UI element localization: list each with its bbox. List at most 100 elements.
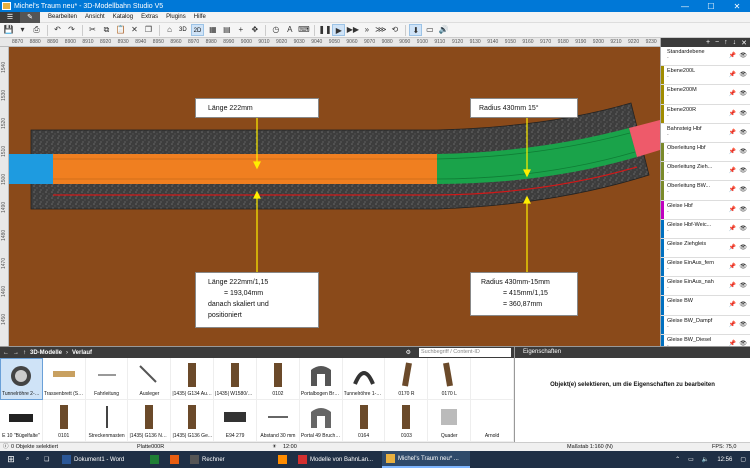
pin-icon[interactable]: 📌 xyxy=(729,282,736,289)
library-item[interactable]: 0164 xyxy=(342,400,386,442)
close-button[interactable]: ✕ xyxy=(724,2,750,11)
pin-icon[interactable]: 📌 xyxy=(729,225,736,232)
eye-icon[interactable]: 👁 xyxy=(739,167,747,174)
undo-icon[interactable]: ↶ xyxy=(51,24,64,36)
library-item[interactable]: |1435| G136 Nor... xyxy=(128,400,172,442)
layer-item[interactable]: Gleise Hbf-Weic... - 📌 👁 xyxy=(661,219,750,239)
cut-icon[interactable]: ✂ xyxy=(86,24,99,36)
layer-item[interactable]: Gleise EinAus_fern - 📌 👁 xyxy=(661,258,750,278)
layer-item[interactable]: Oberleitung BW... - 📌 👁 xyxy=(661,181,750,201)
layer-item[interactable]: Ebene200L - 📌 👁 xyxy=(661,66,750,86)
view-3d-button[interactable]: 3D xyxy=(177,24,189,36)
pin-icon[interactable]: 📌 xyxy=(729,129,736,136)
file-menu-icon[interactable]: ☰ xyxy=(0,11,20,23)
eye-icon[interactable]: 👁 xyxy=(739,148,747,155)
grid-icon[interactable]: ▦ xyxy=(206,24,219,36)
taskbar-app[interactable]: Modelle von BahnLan... xyxy=(294,451,382,468)
eye-icon[interactable]: 👁 xyxy=(739,206,747,213)
library-item[interactable]: Ausleger xyxy=(128,358,172,400)
library-item[interactable]: Fahrleitung xyxy=(85,358,129,400)
fast-forward-icon[interactable]: ▶▶ xyxy=(346,24,359,36)
save-dropdown-icon[interactable]: ▾ xyxy=(16,24,29,36)
library-item[interactable]: |1435| G134 Aus... xyxy=(171,358,215,400)
eye-icon[interactable]: 👁 xyxy=(739,71,747,78)
library-item[interactable]: Tunnelröhre 1-gle... xyxy=(342,358,386,400)
pin-icon[interactable]: 📌 xyxy=(729,301,736,308)
back-icon[interactable]: ← xyxy=(3,350,9,356)
remove-layer-icon[interactable]: − xyxy=(715,39,719,46)
layout-canvas[interactable]: Länge 222mm Radius 430mm 15° Länge 222mm… xyxy=(9,47,660,346)
library-item[interactable]: Portal 49 Bruchst... xyxy=(299,400,343,442)
library-item[interactable]: Quader xyxy=(428,400,472,442)
clock-icon[interactable]: ◷ xyxy=(269,24,282,36)
library-item[interactable]: 0102 xyxy=(256,358,300,400)
eye-icon[interactable]: 👁 xyxy=(739,129,747,136)
layer-item[interactable]: Gleise BW_Dampf - 📌 👁 xyxy=(661,315,750,335)
menu-bearbeiten[interactable]: Bearbeiten xyxy=(44,14,81,20)
eye-icon[interactable]: 👁 xyxy=(739,263,747,270)
play-icon[interactable]: ▶ xyxy=(332,24,346,36)
layer-item[interactable]: Gleise Ziehgleis - 📌 👁 xyxy=(661,238,750,259)
layer-item[interactable]: Gleise BW - 📌 👁 xyxy=(661,296,750,316)
menu-ansicht[interactable]: Ansicht xyxy=(81,14,109,20)
layer-item[interactable]: Ebene200M - 📌 👁 xyxy=(661,85,750,105)
taskbar-app[interactable] xyxy=(146,451,166,468)
task-view-icon[interactable]: ❏ xyxy=(40,451,58,468)
eye-icon[interactable]: 👁 xyxy=(739,110,747,117)
pin-icon[interactable]: 📌 xyxy=(729,186,736,193)
library-item[interactable]: |1435| W1580/10... xyxy=(214,358,257,400)
view-2d-button[interactable]: 2D xyxy=(190,24,205,36)
minimize-button[interactable]: — xyxy=(672,2,698,11)
pin-icon[interactable]: 📌 xyxy=(729,110,736,117)
sound-icon[interactable]: 🔊 xyxy=(437,24,450,36)
copy-icon[interactable]: ⧉ xyxy=(100,24,113,36)
taskbar-app[interactable]: Michel's Traum neu* ... xyxy=(382,451,470,468)
library-item[interactable]: 0103 xyxy=(385,400,429,442)
faster-icon[interactable]: » xyxy=(360,24,373,36)
menu-extras[interactable]: Extras xyxy=(137,14,162,20)
eye-icon[interactable]: 👁 xyxy=(739,186,747,193)
library-item[interactable]: Portalbogen Bruc... xyxy=(299,358,343,400)
sync-icon[interactable]: ⟲ xyxy=(388,24,401,36)
forward-icon[interactable]: → xyxy=(13,350,19,356)
library-item[interactable]: E 10 "Bügelfalte" xyxy=(0,400,43,442)
pin-icon[interactable]: 📌 xyxy=(729,90,736,97)
redo-icon[interactable]: ↷ xyxy=(65,24,78,36)
layer-item[interactable]: Oberleitung Zieh... - 📌 👁 xyxy=(661,162,750,182)
paste-icon[interactable]: 📋 xyxy=(114,24,127,36)
notification-icon[interactable]: ▢ xyxy=(736,451,750,468)
add-layer-icon[interactable]: + xyxy=(706,39,710,46)
duplicate-icon[interactable]: ❐ xyxy=(142,24,155,36)
up-icon[interactable]: ↑ xyxy=(23,350,26,356)
layer-item[interactable]: Gleise EinAus_nah - 📌 👁 xyxy=(661,277,750,297)
pin-icon[interactable]: 📌 xyxy=(729,167,736,174)
pin-icon[interactable]: 📌 xyxy=(729,244,736,251)
eye-icon[interactable]: 👁 xyxy=(739,52,747,59)
pin-icon[interactable]: 📌 xyxy=(729,52,736,59)
add-icon[interactable]: + xyxy=(234,24,247,36)
pin-icon[interactable]: 📌 xyxy=(729,321,736,328)
library-title[interactable]: 3D-Modelle xyxy=(30,350,62,356)
search-icon[interactable]: ⌕ xyxy=(22,451,40,468)
library-item[interactable]: Arnold xyxy=(471,400,514,442)
library-item[interactable]: Tunnelröhre 2-gle... xyxy=(0,358,43,400)
settings-gear-icon[interactable]: ⚙ xyxy=(406,349,411,356)
keyboard-icon[interactable]: ⌨ xyxy=(297,24,310,36)
pin-icon[interactable]: 📌 xyxy=(729,71,736,78)
pause-icon[interactable]: ❚❚ xyxy=(318,24,331,36)
library-item[interactable]: 0101 xyxy=(42,400,86,442)
tray-chevron-icon[interactable]: ⌃ xyxy=(671,451,684,468)
pin-icon[interactable]: 📌 xyxy=(729,263,736,270)
taskbar-app[interactable]: Dokument1 - Word xyxy=(58,451,146,468)
move-up-icon[interactable]: ↑ xyxy=(724,39,728,46)
layer-item[interactable]: Ebene200R - 📌 👁 xyxy=(661,104,750,124)
library-item[interactable]: |1435| G136 Ge... xyxy=(171,400,215,442)
layers-icon[interactable]: ▤ xyxy=(220,24,233,36)
save-icon[interactable]: 💾 xyxy=(2,24,15,36)
text-icon[interactable]: A xyxy=(283,24,296,36)
library-item[interactable]: 0170 R xyxy=(385,358,429,400)
eye-icon[interactable]: 👁 xyxy=(739,321,747,328)
layer-item[interactable]: Standardebene - 📌 👁 xyxy=(661,47,750,67)
menu-plugins[interactable]: Plugins xyxy=(162,14,190,20)
menu-katalog[interactable]: Katalog xyxy=(109,14,137,20)
